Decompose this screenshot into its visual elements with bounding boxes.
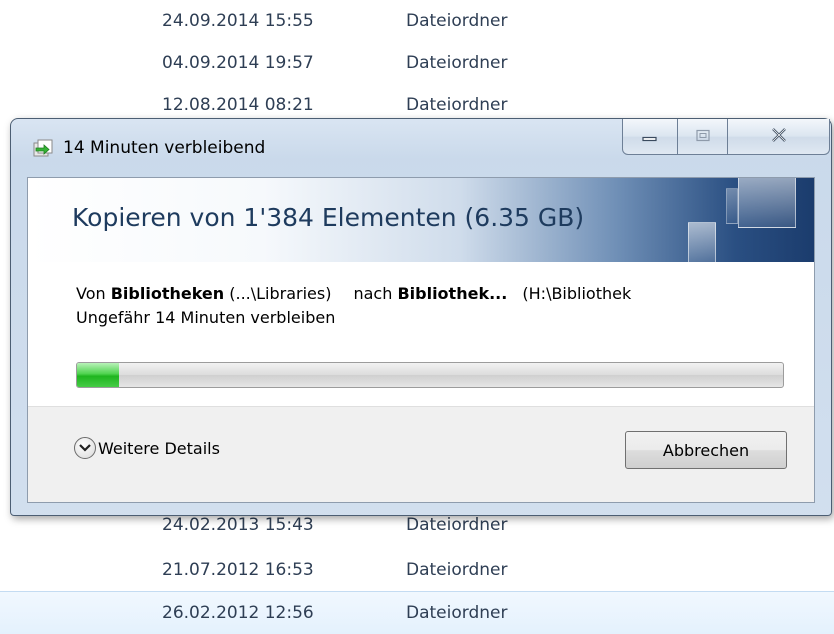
destination-path: (H:\Bibliothek bbox=[517, 284, 632, 303]
copy-dialog-window: 14 Minuten verbleibend Kopieren von 1'38… bbox=[10, 118, 832, 516]
copy-progress-bar bbox=[76, 362, 784, 388]
time-remaining-text: Ungefähr 14 Minuten verbleiben bbox=[76, 308, 336, 327]
minimize-button[interactable] bbox=[622, 119, 678, 155]
source-destination-line: Von Bibliotheken (...\Libraries) nach Bib… bbox=[76, 284, 631, 303]
close-icon bbox=[770, 127, 788, 147]
source-path: (...\Libraries) bbox=[224, 284, 332, 303]
to-prefix: nach bbox=[353, 284, 398, 303]
window-title: 14 Minuten verbleibend bbox=[63, 138, 266, 158]
copy-arrow-icon bbox=[33, 139, 55, 159]
caption-buttons bbox=[622, 119, 830, 157]
cancel-button[interactable]: Abbrechen bbox=[625, 431, 787, 469]
source-link[interactable]: Bibliotheken bbox=[111, 284, 224, 303]
file-row[interactable]: 04.09.2014 19:57 Dateiordner bbox=[0, 42, 834, 84]
title-bar[interactable]: 14 Minuten verbleibend bbox=[11, 119, 831, 177]
more-details-label[interactable]: Weitere Details bbox=[98, 439, 220, 458]
decorative-pane bbox=[738, 178, 796, 228]
file-type: Dateiordner bbox=[406, 560, 508, 580]
decorative-pane bbox=[688, 222, 716, 262]
maximize-icon bbox=[695, 127, 711, 146]
more-details-toggle[interactable]: Weitere Details bbox=[74, 437, 220, 459]
minimize-icon bbox=[642, 127, 658, 146]
decorative-pane bbox=[726, 188, 738, 224]
file-row[interactable]: 24.09.2014 15:55 Dateiordner bbox=[0, 0, 834, 42]
file-date: 24.09.2014 15:55 bbox=[162, 11, 314, 31]
progress-fill bbox=[77, 363, 120, 387]
header-band: Kopieren von 1'384 Elementen (6.35 GB) bbox=[28, 178, 814, 262]
file-date: 21.07.2012 16:53 bbox=[162, 560, 314, 580]
file-row[interactable]: 21.07.2012 16:53 Dateiordner bbox=[0, 549, 834, 591]
copy-header-title: Kopieren von 1'384 Elementen (6.35 GB) bbox=[72, 203, 585, 232]
file-type: Dateiordner bbox=[406, 603, 508, 623]
destination-link[interactable]: Bibliothek... bbox=[397, 284, 507, 303]
file-row-selected[interactable]: 26.02.2012 12:56 Dateiordner bbox=[0, 591, 834, 634]
dialog-footer: Weitere Details Abbrechen bbox=[28, 406, 814, 502]
file-type: Dateiordner bbox=[406, 11, 508, 31]
file-date: 04.09.2014 19:57 bbox=[162, 53, 314, 73]
from-prefix: Von bbox=[76, 284, 111, 303]
dialog-content: Kopieren von 1'384 Elementen (6.35 GB) V… bbox=[27, 177, 815, 503]
file-date: 26.02.2012 12:56 bbox=[162, 603, 314, 623]
chevron-down-icon[interactable] bbox=[74, 437, 96, 459]
close-button[interactable] bbox=[728, 119, 830, 155]
maximize-button[interactable] bbox=[678, 119, 728, 155]
file-type: Dateiordner bbox=[406, 53, 508, 73]
